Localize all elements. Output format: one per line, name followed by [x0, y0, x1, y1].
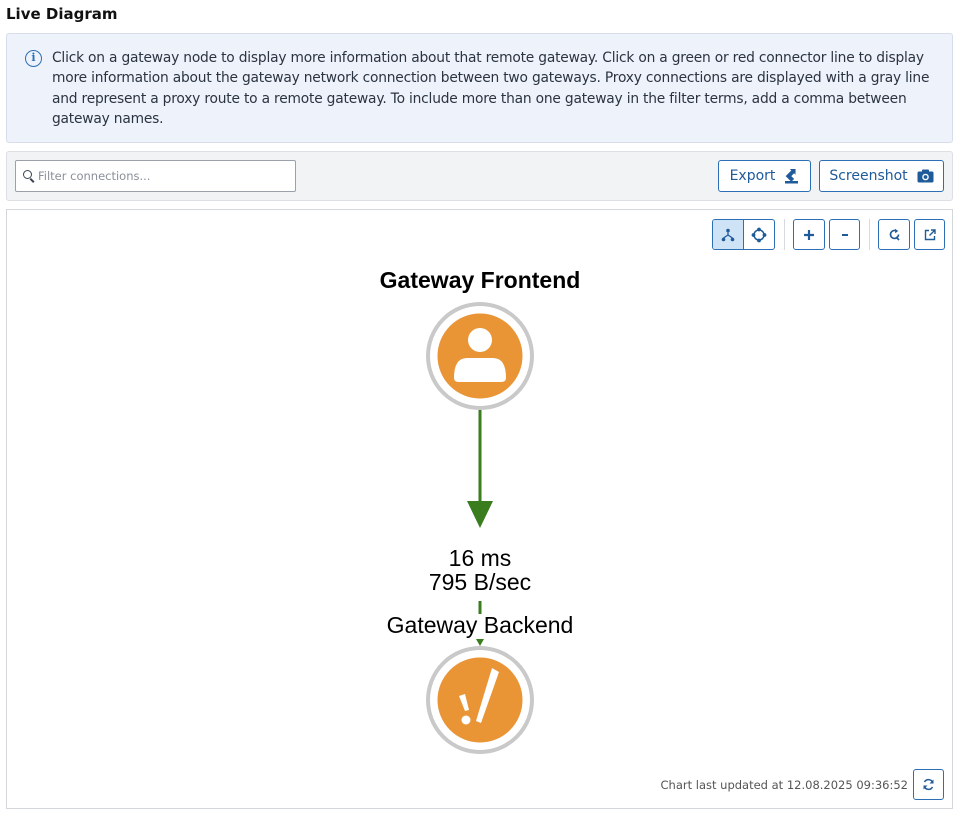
gateway-frontend-label: Gateway Frontend	[379, 267, 581, 293]
export-label: Export	[729, 168, 776, 184]
diagram-graph	[426, 302, 534, 754]
gateway-frontend-node[interactable]	[426, 302, 534, 410]
diagram-canvas[interactable]: Gateway Frontend 16 ms 795 B/sec Gateway…	[6, 209, 953, 809]
info-icon: i	[25, 50, 42, 67]
gateway-backend-node[interactable]	[426, 646, 534, 754]
camera-icon	[917, 169, 934, 183]
connection-link[interactable]	[467, 410, 493, 646]
refresh-icon	[923, 778, 934, 791]
connection-throughput: 795 B/sec	[428, 569, 532, 595]
screenshot-button[interactable]: Screenshot	[819, 160, 944, 192]
arrow-head-icon	[467, 501, 493, 528]
screenshot-label: Screenshot	[829, 168, 908, 184]
last-updated-text: Chart last updated at 12.08.2025 09:36:5…	[660, 778, 909, 792]
refresh-button[interactable]	[913, 769, 944, 800]
page-title: Live Diagram	[6, 5, 118, 23]
export-icon	[785, 169, 799, 184]
filter-field[interactable]	[15, 160, 296, 192]
gateway-backend-label: Gateway Backend	[386, 612, 574, 638]
diagram-toolbar: Export Screenshot	[6, 151, 953, 201]
search-icon	[23, 170, 32, 179]
export-button[interactable]: Export	[718, 160, 811, 192]
info-text: Click on a gateway node to display more …	[52, 50, 930, 127]
connection-latency: 16 ms	[448, 545, 512, 571]
info-banner: i Click on a gateway node to display mor…	[6, 33, 953, 143]
filter-input[interactable]	[38, 161, 293, 191]
